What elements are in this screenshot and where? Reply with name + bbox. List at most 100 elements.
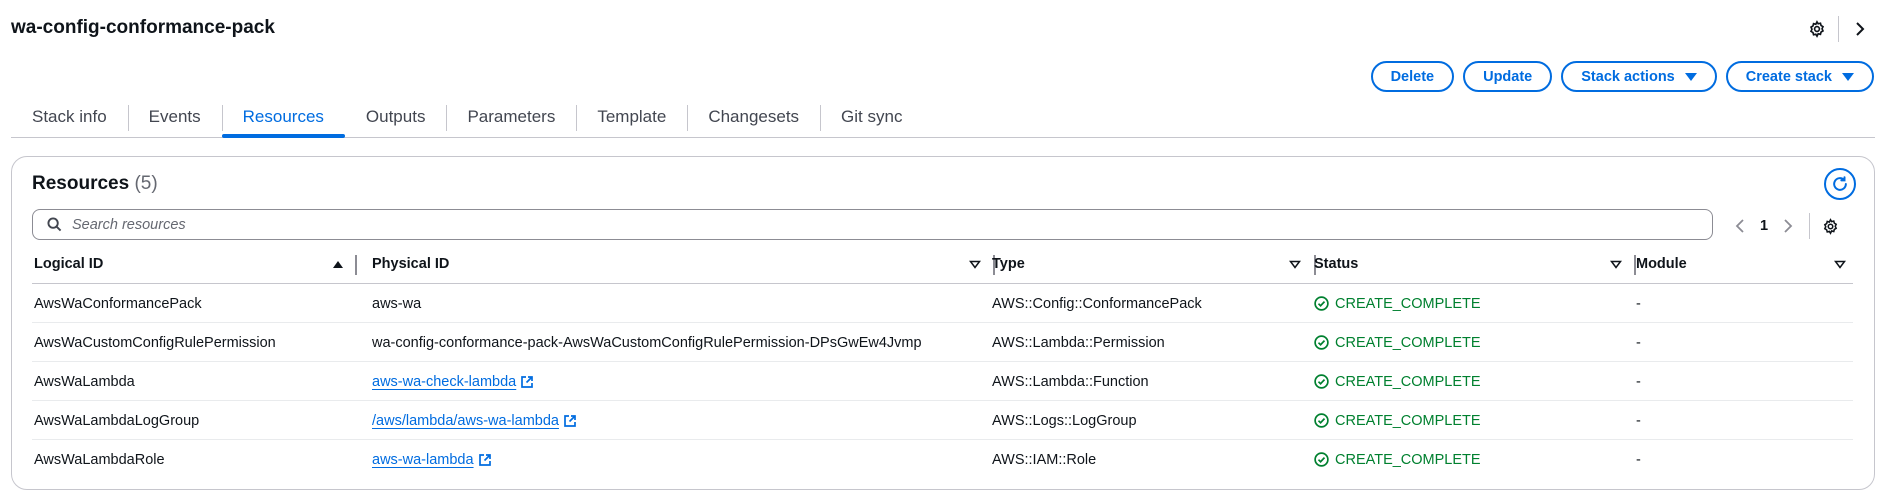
tab-outputs[interactable]: Outputs [345, 96, 447, 137]
type-cell: AWS::Config::ConformancePack [992, 295, 1202, 312]
external-link-icon[interactable] [520, 375, 534, 389]
table-row: AwsWaLambda aws-wa-check-lambda AWS::Lam… [32, 362, 1853, 401]
delete-label: Delete [1390, 68, 1435, 85]
table-row: AwsWaLambdaLogGroup /aws/lambda/aws-wa-l… [32, 401, 1853, 440]
status-text: CREATE_COMPLETE [1335, 334, 1481, 351]
tab-changesets[interactable]: Changesets [687, 96, 820, 137]
divider [1838, 16, 1839, 42]
physical-id-cell: wa-config-conformance-pack-AwsWaCustomCo… [372, 334, 922, 351]
create-stack-dropdown[interactable]: Create stack [1725, 61, 1874, 92]
logical-id-cell: AwsWaCustomConfigRulePermission [34, 334, 276, 351]
type-cell: AWS::Lambda::Permission [992, 334, 1165, 351]
search-field[interactable] [32, 209, 1713, 240]
column-label: Status [1314, 256, 1359, 272]
table-preferences-button[interactable] [1819, 215, 1841, 237]
update-button[interactable]: Update [1463, 61, 1553, 92]
refresh-button[interactable] [1824, 168, 1856, 200]
table-header: Logical ID Physical ID Type Status Modul… [32, 245, 1853, 284]
next-page-button[interactable] [1779, 215, 1797, 237]
tab-parameters[interactable]: Parameters [446, 96, 576, 137]
tab-label: Parameters [467, 106, 556, 126]
module-cell: - [1636, 412, 1641, 429]
previous-page-button[interactable] [1731, 215, 1749, 237]
sort-icon[interactable] [1834, 260, 1846, 269]
physical-id-link[interactable]: aws-wa-check-lambda [372, 374, 516, 390]
column-header-physical-id[interactable]: Physical ID [372, 245, 995, 283]
create-stack-label: Create stack [1745, 68, 1832, 85]
type-cell: AWS::Lambda::Function [992, 373, 1149, 390]
column-label: Module [1636, 256, 1687, 272]
search-icon [47, 217, 62, 232]
chevron-right-icon [1784, 219, 1793, 233]
column-header-type[interactable]: Type [992, 245, 1322, 283]
status-cell: CREATE_COMPLETE [1314, 323, 1481, 362]
table-row: AwsWaCustomConfigRulePermission wa-confi… [32, 323, 1853, 362]
chevron-right-icon[interactable] [1849, 18, 1871, 40]
external-link-icon[interactable] [563, 414, 577, 428]
search-input[interactable] [72, 216, 1672, 233]
stack-actions-toolbar: Delete Update Stack actions Create stack [1370, 61, 1874, 92]
tab-label: Template [597, 106, 667, 126]
stack-actions-dropdown[interactable]: Stack actions [1561, 61, 1717, 92]
type-cell: AWS::Logs::LogGroup [992, 412, 1137, 429]
page-number[interactable]: 1 [1749, 218, 1779, 234]
status-cell: CREATE_COMPLETE [1314, 440, 1481, 479]
status-text: CREATE_COMPLETE [1335, 412, 1481, 429]
physical-id-cell: /aws/lambda/aws-wa-lambda [372, 401, 577, 440]
module-cell: - [1636, 451, 1641, 468]
tab-stack-info[interactable]: Stack info [11, 96, 128, 137]
type-cell: AWS::IAM::Role [992, 451, 1097, 468]
caret-down-icon [1684, 72, 1697, 81]
tab-events[interactable]: Events [127, 96, 222, 137]
logical-id-cell: AwsWaLambdaLogGroup [34, 412, 200, 429]
tab-git-sync[interactable]: Git sync [820, 96, 923, 137]
column-header-logical-id[interactable]: Logical ID [34, 245, 364, 283]
success-check-icon [1314, 413, 1329, 428]
tab-template[interactable]: Template [576, 96, 687, 137]
status-text: CREATE_COMPLETE [1335, 295, 1481, 312]
sort-icon[interactable] [1289, 260, 1301, 269]
logical-id-cell: AwsWaConformancePack [34, 295, 202, 312]
success-check-icon [1314, 374, 1329, 389]
module-cell: - [1636, 334, 1641, 351]
divider [1809, 213, 1810, 239]
column-resizer[interactable] [355, 255, 357, 275]
module-cell: - [1636, 373, 1641, 390]
success-check-icon [1314, 296, 1329, 311]
sort-icon[interactable] [1610, 260, 1622, 269]
external-link-icon[interactable] [478, 453, 492, 467]
delete-button[interactable]: Delete [1370, 61, 1455, 92]
sort-ascending-icon[interactable] [332, 260, 344, 269]
tab-label: Git sync [841, 106, 903, 126]
column-header-status[interactable]: Status [1314, 245, 1644, 283]
tab-label: Changesets [708, 106, 800, 126]
refresh-icon [1833, 176, 1847, 191]
tab-label: Events [148, 106, 201, 126]
tab-label: Stack info [32, 106, 107, 126]
physical-id-link[interactable]: aws-wa-lambda [372, 452, 474, 468]
table-row: AwsWaLambdaRole aws-wa-lambda AWS::IAM::… [32, 440, 1853, 479]
tab-bar: Stack info Events Resources Outputs Para… [11, 96, 1875, 138]
panel-title-text: Resources [32, 173, 130, 194]
logical-id-cell: AwsWaLambda [34, 373, 135, 390]
column-header-module[interactable]: Module [1636, 245, 1851, 283]
pagination: 1 [1731, 213, 1841, 239]
column-label: Type [992, 256, 1025, 272]
top-icon-bar [1806, 16, 1871, 42]
physical-id-cell: aws-wa-lambda [372, 440, 492, 479]
column-label: Logical ID [34, 256, 104, 272]
physical-id-cell: aws-wa-check-lambda [372, 362, 534, 401]
tab-resources[interactable]: Resources [221, 96, 346, 138]
success-check-icon [1314, 452, 1329, 467]
resources-panel: Resources (5) 1 Logical ID Physical ID [11, 156, 1875, 490]
chevron-left-icon [1735, 219, 1744, 233]
resource-count: (5) [134, 173, 158, 194]
physical-id-link[interactable]: /aws/lambda/aws-wa-lambda [372, 413, 559, 429]
gear-icon[interactable] [1806, 18, 1828, 40]
status-cell: CREATE_COMPLETE [1314, 362, 1481, 401]
logical-id-cell: AwsWaLambdaRole [34, 451, 165, 468]
sort-icon[interactable] [969, 260, 981, 269]
status-cell: CREATE_COMPLETE [1314, 284, 1481, 323]
tab-label: Outputs [365, 106, 426, 126]
page-title: wa-config-conformance-pack [11, 17, 275, 38]
